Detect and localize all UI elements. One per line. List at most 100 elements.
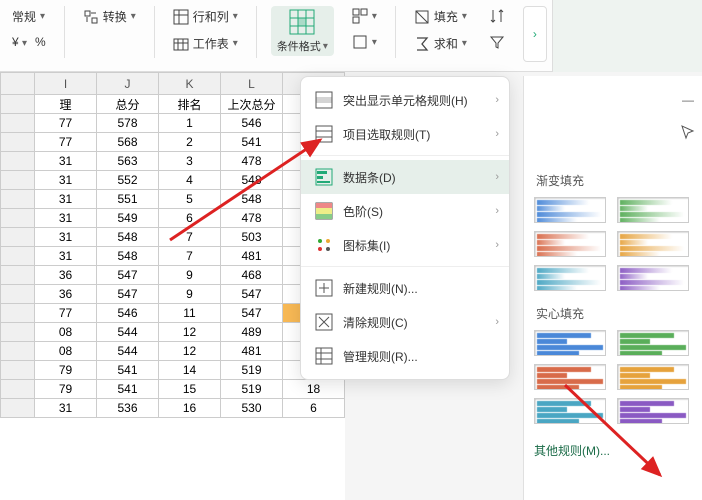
cell[interactable]: 12: [159, 342, 221, 361]
cell[interactable]: 31: [35, 152, 97, 171]
databar-gradient-swatch[interactable]: [617, 197, 689, 223]
cell[interactable]: 568: [97, 133, 159, 152]
cell[interactable]: 546: [97, 304, 159, 323]
cell[interactable]: 9: [159, 285, 221, 304]
cell[interactable]: 36: [35, 285, 97, 304]
column-header[interactable]: L: [221, 73, 283, 95]
cell[interactable]: 489: [221, 323, 283, 342]
table-header-cell[interactable]: 总分: [97, 95, 159, 114]
cell[interactable]: 549: [97, 209, 159, 228]
cell[interactable]: 578: [97, 114, 159, 133]
cell[interactable]: 77: [35, 133, 97, 152]
table-header-cell[interactable]: 上次总分: [221, 95, 283, 114]
menu-clear-rules[interactable]: 清除规则(C)›: [301, 305, 509, 339]
cell[interactable]: 548: [221, 190, 283, 209]
cell[interactable]: 6: [283, 399, 345, 418]
cell[interactable]: 08: [35, 323, 97, 342]
menu-data-bars[interactable]: 数据条(D)›: [301, 160, 509, 194]
menu-color-scales[interactable]: 色阶(S)›: [301, 194, 509, 228]
cell[interactable]: 541: [97, 380, 159, 399]
percent-icon[interactable]: %: [35, 35, 46, 49]
cell[interactable]: 08: [35, 342, 97, 361]
cell[interactable]: 2: [159, 133, 221, 152]
cell[interactable]: 547: [221, 304, 283, 323]
cell[interactable]: 544: [97, 342, 159, 361]
cell[interactable]: 478: [221, 152, 283, 171]
databar-gradient-swatch[interactable]: [534, 197, 606, 223]
cell[interactable]: 7: [159, 247, 221, 266]
currency-icon[interactable]: ¥ ▾: [12, 35, 27, 49]
databar-solid-swatch[interactable]: [534, 330, 606, 356]
databar-solid-swatch[interactable]: [617, 330, 689, 356]
cell[interactable]: 15: [159, 380, 221, 399]
cell[interactable]: 36: [35, 266, 97, 285]
databar-gradient-swatch[interactable]: [534, 231, 606, 257]
cell[interactable]: 5: [159, 190, 221, 209]
cell[interactable]: 547: [97, 266, 159, 285]
worksheet-button[interactable]: 工作表▾: [169, 33, 242, 54]
cell[interactable]: 548: [97, 247, 159, 266]
cell[interactable]: 519: [221, 361, 283, 380]
cursor-icon[interactable]: [678, 122, 698, 142]
table-header-cell[interactable]: 理: [35, 95, 97, 114]
cell-styles-button[interactable]: ▾: [348, 6, 381, 26]
cell[interactable]: 31: [35, 190, 97, 209]
cell[interactable]: 14: [159, 361, 221, 380]
cell[interactable]: 11: [159, 304, 221, 323]
sort-button[interactable]: [485, 6, 509, 26]
cell[interactable]: 3: [159, 152, 221, 171]
more-rules-link[interactable]: 其他规则(M)...: [534, 442, 692, 459]
ribbon-expand-button[interactable]: ›: [523, 6, 547, 62]
cell[interactable]: 530: [221, 399, 283, 418]
databar-solid-swatch[interactable]: [617, 398, 689, 424]
menu-icon-sets[interactable]: 图标集(I)›: [301, 228, 509, 262]
cell[interactable]: 503: [221, 228, 283, 247]
menu-top-rules[interactable]: 项目选取规则(T)›: [301, 117, 509, 151]
convert-button[interactable]: 转换▾: [79, 6, 140, 27]
cell[interactable]: 548: [221, 171, 283, 190]
databar-solid-swatch[interactable]: [617, 364, 689, 390]
cell[interactable]: 18: [283, 380, 345, 399]
conditional-format-button[interactable]: 条件格式▾: [271, 6, 334, 56]
rowcol-button[interactable]: 行和列▾: [169, 6, 242, 27]
cell[interactable]: 31: [35, 171, 97, 190]
cell[interactable]: 6: [159, 209, 221, 228]
fill-button[interactable]: 填充▾: [410, 6, 471, 27]
filter-button[interactable]: [485, 32, 509, 52]
databar-solid-swatch[interactable]: [534, 364, 606, 390]
cell[interactable]: 481: [221, 342, 283, 361]
column-header[interactable]: [1, 73, 35, 95]
cell[interactable]: 4: [159, 171, 221, 190]
cell[interactable]: 519: [221, 380, 283, 399]
cell[interactable]: 31: [35, 228, 97, 247]
cell[interactable]: 9: [159, 266, 221, 285]
spreadsheet[interactable]: IJKLM理总分排名上次总分变7757815467756825413156334…: [0, 72, 345, 500]
databar-solid-swatch[interactable]: [534, 398, 606, 424]
cell[interactable]: 551: [97, 190, 159, 209]
databar-gradient-swatch[interactable]: [534, 265, 606, 291]
cell[interactable]: 478: [221, 209, 283, 228]
menu-new-rule[interactable]: 新建规则(N)...: [301, 271, 509, 305]
minimize-icon[interactable]: —: [678, 90, 698, 110]
cell[interactable]: 563: [97, 152, 159, 171]
cell[interactable]: 546: [221, 114, 283, 133]
cell[interactable]: 1: [159, 114, 221, 133]
cell[interactable]: 12: [159, 323, 221, 342]
databar-gradient-swatch[interactable]: [617, 265, 689, 291]
cell[interactable]: 79: [35, 380, 97, 399]
cell[interactable]: 547: [97, 285, 159, 304]
number-format-dropdown[interactable]: 常规▾: [8, 6, 50, 27]
cell[interactable]: 31: [35, 209, 97, 228]
cell[interactable]: 552: [97, 171, 159, 190]
cell[interactable]: 536: [97, 399, 159, 418]
column-header[interactable]: K: [159, 73, 221, 95]
cell[interactable]: 31: [35, 399, 97, 418]
cell[interactable]: 77: [35, 114, 97, 133]
column-header[interactable]: J: [97, 73, 159, 95]
cell[interactable]: 541: [221, 133, 283, 152]
cell[interactable]: 77: [35, 304, 97, 323]
table-header-cell[interactable]: 排名: [159, 95, 221, 114]
format-button[interactable]: ▾: [348, 32, 381, 52]
menu-manage-rules[interactable]: 管理规则(R)...: [301, 339, 509, 373]
cell[interactable]: 541: [97, 361, 159, 380]
